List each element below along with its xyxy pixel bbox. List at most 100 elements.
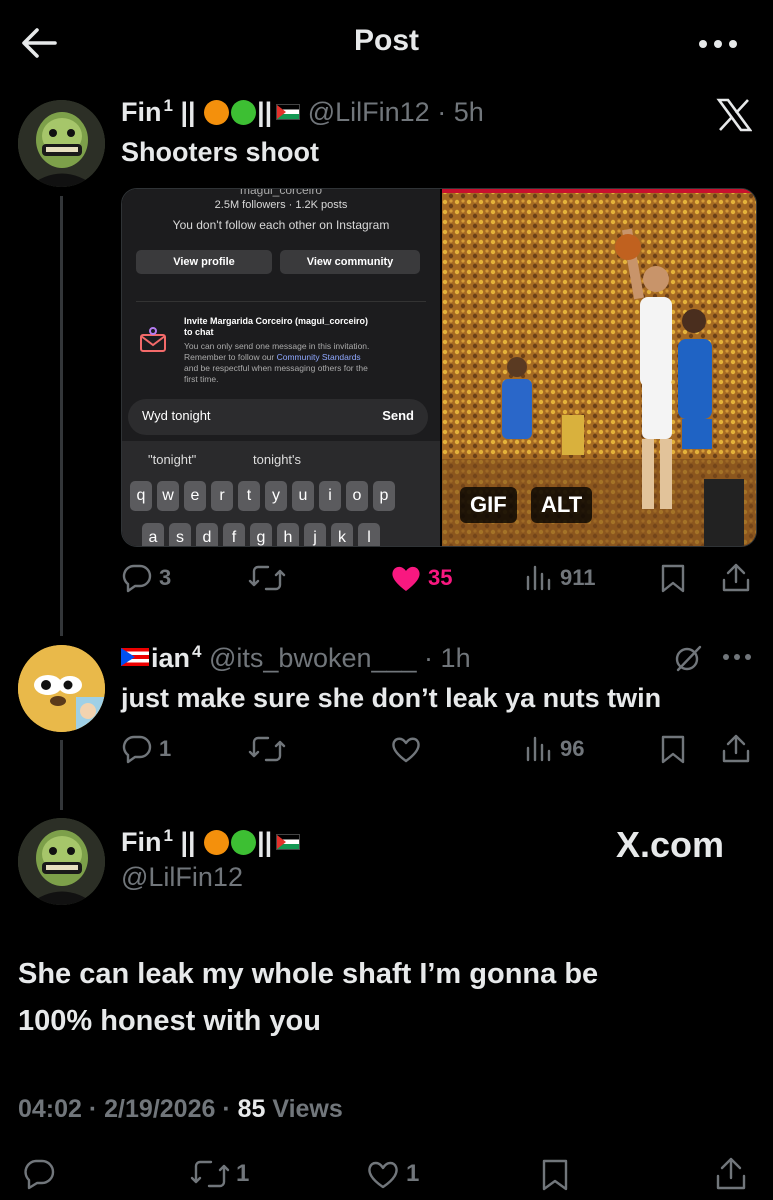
views-count: 85 bbox=[237, 1095, 266, 1123]
green-circle-icon bbox=[231, 830, 257, 855]
reply-icon bbox=[122, 564, 152, 593]
orange-circle-icon bbox=[204, 100, 230, 125]
view-community-button[interactable]: View community bbox=[280, 250, 420, 274]
avatar[interactable] bbox=[18, 818, 105, 905]
handle[interactable]: @LilFin12 bbox=[121, 862, 243, 893]
like-button[interactable]: 1 bbox=[366, 1158, 419, 1190]
gif-media[interactable]: GIF ALT bbox=[442, 189, 756, 546]
green-circle-icon bbox=[231, 100, 257, 125]
like-count: 1 bbox=[406, 1160, 420, 1187]
views-icon bbox=[526, 736, 551, 762]
alt-badge[interactable]: ALT bbox=[531, 487, 593, 523]
keyboard-key[interactable]: g bbox=[250, 523, 272, 546]
reply-count: 3 bbox=[159, 565, 172, 590]
reply-button[interactable]: 3 bbox=[121, 563, 171, 593]
views-count: 96 bbox=[560, 736, 585, 761]
keyboard-key[interactable]: y bbox=[265, 481, 287, 511]
reply-button[interactable] bbox=[22, 1158, 56, 1190]
ig-follow-note: You don't follow each other on Instagram bbox=[172, 218, 390, 232]
repost-icon bbox=[248, 736, 286, 762]
message-input[interactable]: Wyd tonight Send bbox=[128, 399, 428, 435]
separator: || bbox=[257, 827, 273, 857]
keyboard-key[interactable]: j bbox=[304, 523, 326, 546]
keyboard-key[interactable]: t bbox=[238, 481, 260, 511]
more-icon[interactable] bbox=[698, 34, 738, 54]
instagram-screenshot[interactable]: magui_corceiro 2.5M followers · 1.2K pos… bbox=[122, 189, 440, 546]
keyboard-key[interactable]: h bbox=[277, 523, 299, 546]
keyboard-key[interactable]: r bbox=[211, 481, 233, 511]
views-count: 911 bbox=[560, 565, 596, 590]
keyboard-key[interactable]: e bbox=[184, 481, 206, 511]
post-text: Shooters shoot bbox=[121, 137, 320, 167]
views-button[interactable]: 911 bbox=[524, 563, 596, 593]
x-com-watermark: X.com bbox=[616, 824, 725, 865]
suggestion-1[interactable]: "tonight" bbox=[148, 452, 196, 467]
gif-badge: GIF bbox=[460, 487, 517, 523]
timestamp[interactable]: 04:02 · 2/19/2026 · bbox=[18, 1095, 238, 1123]
repost-button[interactable] bbox=[248, 734, 286, 764]
keyboard-key[interactable]: w bbox=[157, 481, 179, 511]
like-button[interactable] bbox=[390, 734, 422, 764]
handle[interactable]: @its_bwoken___ bbox=[209, 643, 417, 673]
media-grid[interactable]: magui_corceiro 2.5M followers · 1.2K pos… bbox=[121, 188, 757, 547]
like-count: 35 bbox=[428, 565, 453, 590]
repost-icon bbox=[190, 1160, 230, 1188]
keyboard-key[interactable]: u bbox=[292, 481, 314, 511]
like-icon bbox=[392, 566, 420, 591]
reply-button[interactable]: 1 bbox=[121, 734, 171, 764]
repost-button[interactable] bbox=[248, 563, 286, 593]
share-icon[interactable] bbox=[714, 1156, 748, 1192]
repost-button[interactable]: 1 bbox=[190, 1158, 249, 1190]
handle[interactable]: @LilFin12 bbox=[308, 97, 430, 127]
thread-line bbox=[60, 740, 63, 810]
avatar[interactable] bbox=[18, 645, 105, 732]
avatar[interactable] bbox=[18, 100, 105, 187]
send-button[interactable]: Send bbox=[382, 408, 414, 423]
invite-line-3: and be respectful when messaging others … bbox=[184, 363, 368, 373]
share-icon[interactable] bbox=[720, 562, 752, 594]
post-timestamp: 04:02 · 2/19/2026 · 85 Views bbox=[18, 1095, 343, 1124]
display-name[interactable]: Fin bbox=[121, 97, 162, 127]
keyboard-key[interactable]: f bbox=[223, 523, 245, 546]
bookmark-icon[interactable] bbox=[660, 734, 686, 764]
keyboard-key[interactable]: l bbox=[358, 523, 380, 546]
keyboard-key[interactable]: i bbox=[319, 481, 341, 511]
separator: || bbox=[257, 97, 273, 127]
keyboard-key[interactable]: o bbox=[346, 481, 368, 511]
bookmark-icon[interactable] bbox=[660, 563, 686, 593]
keyboard-row-1[interactable]: qwertyuiop bbox=[130, 481, 395, 511]
keyboard-key[interactable]: k bbox=[331, 523, 353, 546]
suggestion-2[interactable]: tonight's bbox=[253, 452, 301, 467]
keyboard-key[interactable]: a bbox=[142, 523, 164, 546]
views-button[interactable]: 96 bbox=[524, 734, 584, 764]
invite-line-1: You can only send one message in this in… bbox=[184, 341, 370, 351]
superscript: 1 bbox=[163, 96, 173, 115]
keyboard-key[interactable]: d bbox=[196, 523, 218, 546]
display-name[interactable]: ian bbox=[151, 643, 190, 673]
share-icon[interactable] bbox=[720, 733, 752, 765]
like-icon bbox=[392, 737, 420, 763]
more-icon[interactable] bbox=[722, 652, 752, 662]
views-label: Views bbox=[265, 1095, 343, 1123]
separator: || bbox=[180, 97, 196, 127]
bookmark-icon[interactable] bbox=[540, 1158, 570, 1192]
community-standards-link[interactable]: Community Standards bbox=[277, 352, 361, 362]
invite-line-4: first time. bbox=[184, 374, 219, 384]
like-button[interactable]: 35 bbox=[390, 563, 452, 593]
grok-icon[interactable] bbox=[674, 644, 702, 672]
keyboard[interactable]: "tonight" tonight's qwertyuiop asdfghjkl bbox=[122, 441, 440, 546]
keyboard-key[interactable]: s bbox=[169, 523, 191, 546]
keyboard-key[interactable]: q bbox=[130, 481, 152, 511]
page-title: Post bbox=[353, 24, 419, 57]
view-profile-button[interactable]: View profile bbox=[136, 250, 272, 274]
invite-title: Invite Margarida Corceiro (magui_corceir… bbox=[184, 316, 369, 326]
views-icon bbox=[526, 565, 551, 591]
post-time[interactable]: 5h bbox=[454, 97, 484, 127]
keyboard-row-2[interactable]: asdfghjkl bbox=[142, 523, 380, 546]
post-time[interactable]: 1h bbox=[441, 643, 471, 673]
x-logo-icon bbox=[716, 98, 752, 132]
display-name[interactable]: Fin bbox=[121, 827, 162, 857]
message-text: Wyd tonight bbox=[142, 408, 211, 423]
envelope-icon bbox=[138, 325, 168, 355]
keyboard-key[interactable]: p bbox=[373, 481, 395, 511]
